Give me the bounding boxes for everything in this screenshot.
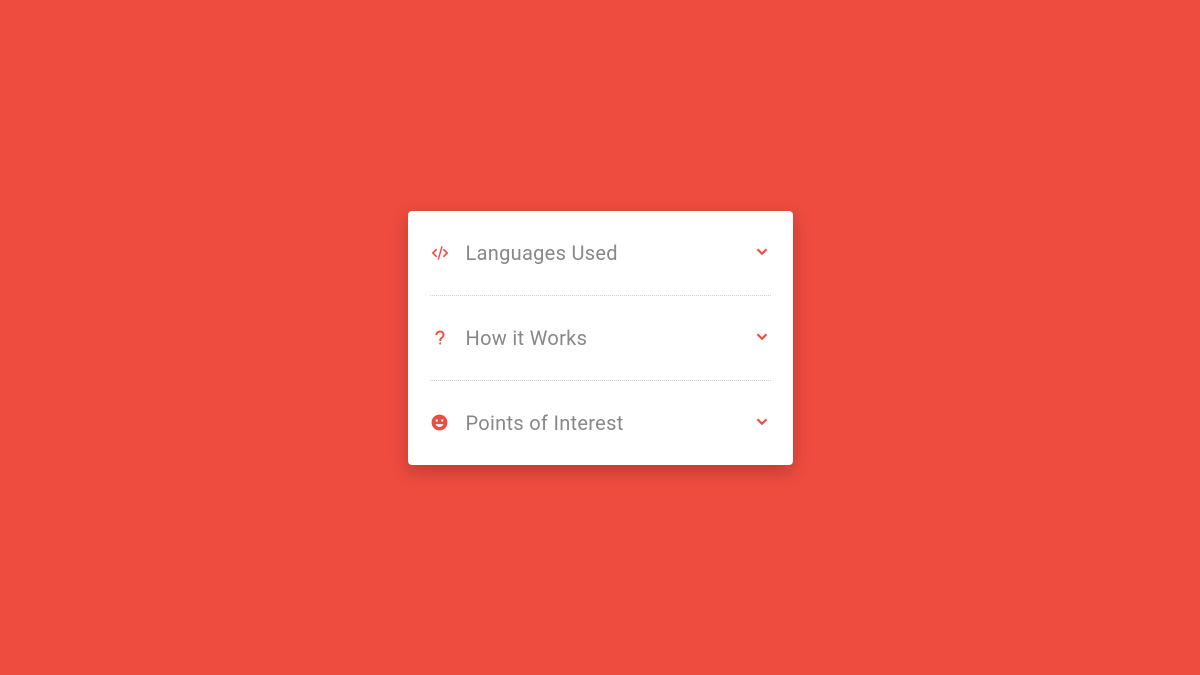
accordion-item-label: Points of Interest [466, 411, 753, 435]
accordion-item-points-of-interest[interactable]: Points of Interest [430, 381, 771, 465]
accordion-item-label: How it Works [466, 326, 753, 350]
accordion-item-how-it-works[interactable]: How it Works [430, 296, 771, 381]
smile-icon [430, 413, 450, 433]
code-icon [430, 243, 450, 263]
accordion-item-languages[interactable]: Languages Used [430, 211, 771, 296]
chevron-down-icon [753, 329, 771, 347]
chevron-down-icon [753, 244, 771, 262]
accordion-item-label: Languages Used [466, 241, 753, 265]
question-icon [430, 328, 450, 348]
accordion-card: Languages Used How it Works [408, 211, 793, 465]
chevron-down-icon [753, 414, 771, 432]
